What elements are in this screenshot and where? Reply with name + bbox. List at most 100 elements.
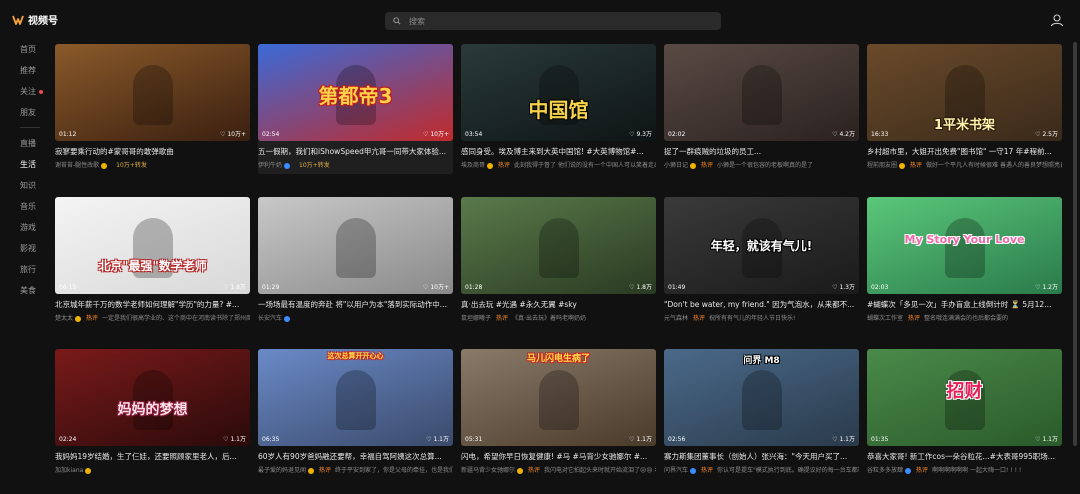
sidebar-item-friends[interactable]: 朋友 xyxy=(20,107,36,118)
video-title[interactable]: 北京城年薪千万的数学老师如何理解"学历"的力量? #... xyxy=(55,299,250,310)
video-thumbnail[interactable]: 妈妈的梦想 02:24 ♡ 1.1万 xyxy=(55,349,250,446)
author-name[interactable]: 伊利牛奶 xyxy=(258,162,282,169)
video-title[interactable]: 我妈妈19岁结婚，生了仨娃，还要照顾家里老人，后... xyxy=(55,451,250,462)
search-input[interactable] xyxy=(409,16,709,26)
video-thumbnail[interactable]: 01:28 ♡ 1.8万 xyxy=(461,197,656,294)
like-count: ♡ 1.3万 xyxy=(832,282,855,291)
video-card[interactable]: 中国馆 03:54 ♡ 9.3万感同身受。埃及博主来到大英中国馆! #大英博物馆#.… xyxy=(461,44,656,174)
video-thumbnail[interactable]: 北京"最强"数学老师 06:15 ♡ 1.8万 xyxy=(55,197,250,294)
video-card[interactable]: 北京"最强"数学老师 06:15 ♡ 1.8万北京城年薪千万的数学老师如何理解"学历… xyxy=(55,197,250,327)
user-icon[interactable] xyxy=(1050,13,1064,27)
search-bar[interactable] xyxy=(385,12,721,30)
author-name[interactable]: 程前朋友圈 xyxy=(867,162,897,169)
video-card[interactable]: My Story Your Love 02:03 ♡ 1.2万 #蝴蝶次「多见一次」手… xyxy=(867,197,1062,327)
video-title[interactable]: 赛力斯集团董事长（创始人）张兴海："今天用户买了... xyxy=(664,451,859,462)
video-title[interactable]: 捉了一群痕贼的垃圾的员工... xyxy=(664,146,859,157)
sidebar-item-music[interactable]: 音乐 xyxy=(20,201,36,212)
like-count-text: 1.8万 xyxy=(230,284,246,291)
video-meta: 伊利牛奶 10万+转发 xyxy=(258,160,453,169)
sidebar-item-following[interactable]: 关注 xyxy=(20,86,43,97)
sidebar-item-home[interactable]: 首页 xyxy=(20,44,36,55)
video-title[interactable]: 寂寥要乘行动的#蒙哥哥的敢弹歌曲 xyxy=(55,146,250,157)
thumbnail-caption: 妈妈的梦想 xyxy=(117,402,188,418)
like-count-text: 1.1万 xyxy=(230,436,246,443)
video-thumbnail[interactable]: 年轻，就该有气儿! 01:49 ♡ 1.3万 xyxy=(664,197,859,294)
video-thumbnail[interactable]: 1平米书架 16:33 ♡ 2.5万 xyxy=(867,44,1062,141)
video-title[interactable]: "Don't be water, my friend." 因为气泡水，从来都不.… xyxy=(664,299,859,310)
video-title[interactable]: 60岁人有90岁爸妈融还要帮，幸福自驾阿姨这次总算... xyxy=(258,451,453,462)
author-name[interactable]: 元气森林 xyxy=(664,315,688,322)
video-title[interactable]: #蝴蝶次「多见一次」手办盲盒上线倒计时 ⏳ 5月12... xyxy=(867,299,1062,310)
author-name[interactable]: 最子爱的妈退见闻 xyxy=(258,467,306,474)
video-card[interactable]: 妈妈的梦想 02:24 ♡ 1.1万我妈妈19岁结婚，生了仨娃，还要照顾家里老人，后… xyxy=(55,349,250,479)
scrollbar[interactable] xyxy=(1073,42,1077,446)
thumbnail-caption: 中国馆 xyxy=(528,98,589,122)
video-thumbnail[interactable]: 中国馆 03:54 ♡ 9.3万 xyxy=(461,44,656,141)
thumbnail-caption: 问界 M8 xyxy=(743,356,780,366)
hot-comment-label: 热评 xyxy=(916,467,929,474)
thumbnail-caption: 1平米书架 xyxy=(933,118,996,133)
thumbnail-caption: 招财 xyxy=(946,381,983,402)
video-extra: 10万+转发 xyxy=(112,162,147,169)
sidebar-item-travel[interactable]: 旅行 xyxy=(20,264,36,275)
sidebar-item-life[interactable]: 生活 xyxy=(20,159,36,170)
thumbnail-figure xyxy=(132,65,173,126)
like-count-text: 1.1万 xyxy=(1042,436,1058,443)
video-thumbnail[interactable]: 问界 M8 02:56 ♡ 1.1万 xyxy=(664,349,859,446)
author-name[interactable]: 问界汽车 xyxy=(664,467,688,474)
sidebar-item-food[interactable]: 美食 xyxy=(20,285,36,296)
video-title[interactable]: 恭喜大家哥! 新工作cos一朵谷粒花...#大表哥995职场... xyxy=(867,451,1062,462)
sidebar-item-recommend[interactable]: 推荐 xyxy=(20,65,36,76)
hot-comment-label: 热评 xyxy=(910,162,923,169)
sidebar-item-games[interactable]: 游戏 xyxy=(20,222,36,233)
video-card[interactable]: 1平米书架 16:33 ♡ 2.5万乡村超市里，大姐开出免费"图书馆" 一守17 年… xyxy=(867,44,1062,174)
video-card[interactable]: 马儿闪电生病了 05:31 ♡ 1.1万闪电，希望你早日恢复健康! #马 #马背少女… xyxy=(461,349,656,479)
author-name[interactable]: 谷粒多多放肆 xyxy=(867,467,903,474)
video-thumbnail[interactable]: 01:12 ♡ 10万+ xyxy=(55,44,250,141)
video-extra: 热评 啊啊啊啊啊啊 一起大嗨一口! ! ! ! xyxy=(916,467,1021,474)
video-card[interactable]: 01:12 ♡ 10万+ 寂寥要乘行动的#蒙哥哥的敢弹歌曲谢苔苔-腿性改歌 10万+转… xyxy=(55,44,250,174)
video-title[interactable]: 乡村超市里，大姐开出免费"图书馆" 一守17 年#程前... xyxy=(867,146,1062,157)
video-thumbnail[interactable]: 这次总算开开心心 06:35 ♡ 1.1万 xyxy=(258,349,453,446)
author-name[interactable]: 蝴蝶次工作室 xyxy=(867,315,903,322)
video-card[interactable]: 01:29 ♡ 10万+ 一场场最有温度的奔赴 将"以用户为本"落到实际动作中...… xyxy=(258,197,453,327)
author-name[interactable]: 鼠坦娜曦子 xyxy=(461,315,491,322)
hot-comment-label: 热评 xyxy=(701,162,714,169)
author-name[interactable]: 埃及商哥 xyxy=(461,162,485,169)
thumbnail-figure xyxy=(741,370,782,431)
author-name[interactable]: 楚太太 xyxy=(55,315,73,322)
video-title[interactable]: 感同身受。埃及博主来到大英中国馆! #大英博物馆#... xyxy=(461,146,656,157)
video-extra: 10万+转发 xyxy=(295,162,330,169)
video-thumbnail[interactable]: My Story Your Love 02:03 ♡ 1.2万 xyxy=(867,197,1062,294)
sidebar-item-film[interactable]: 影视 xyxy=(20,243,36,254)
video-card[interactable]: 这次总算开开心心 06:35 ♡ 1.1万 60岁人有90岁爸妈融还要帮，幸福自驾阿姨… xyxy=(258,349,453,479)
video-thumbnail[interactable]: 02:02 ♡ 4.2万 xyxy=(664,44,859,141)
video-thumbnail[interactable]: 招财 01:35 ♡ 1.1万 xyxy=(867,349,1062,446)
video-card[interactable]: 问界 M8 02:56 ♡ 1.1万赛力斯集团董事长（创始人）张兴海："今天用户买了… xyxy=(664,349,859,479)
author-name[interactable]: 加加kiana xyxy=(55,467,83,474)
notification-dot xyxy=(39,89,43,94)
video-card[interactable]: 第都帝3 02:54 ♡ 10万+ 五一假期，我们和iShowSpeed甲亢哥一同带大… xyxy=(258,44,453,174)
like-count-text: 1.8万 xyxy=(636,284,652,291)
video-title[interactable]: 闪电，希望你早日恢复健康! #马 #马背少女驰娜尔 #... xyxy=(461,451,656,462)
video-card[interactable]: 年轻，就该有气儿! 01:49 ♡ 1.3万 "Don't be water, my … xyxy=(664,197,859,327)
video-thumbnail[interactable]: 第都帝3 02:54 ♡ 10万+ xyxy=(258,44,453,141)
video-card[interactable]: 01:28 ♡ 1.8万 真·出去玩 #光遇 #永久无翼 #sky 鼠坦娜曦子 热评 《真… xyxy=(461,197,656,327)
video-title[interactable]: 真·出去玩 #光遇 #永久无翼 #sky xyxy=(461,299,656,310)
author-name[interactable]: 长安汽车 xyxy=(258,315,282,322)
video-title[interactable]: 五一假期，我们和iShowSpeed甲亢哥一同带大家体验... xyxy=(258,146,453,157)
app-title: 视频号 xyxy=(28,16,58,27)
author-name[interactable]: 小狮日记 xyxy=(664,162,688,169)
video-thumbnail[interactable]: 01:29 ♡ 10万+ xyxy=(258,197,453,294)
video-title[interactable]: 一场场最有温度的奔赴 将"以用户为本"落到实际动作中... xyxy=(258,299,453,310)
video-thumbnail[interactable]: 马儿闪电生病了 05:31 ♡ 1.1万 xyxy=(461,349,656,446)
hot-comment-label: 热评 xyxy=(528,467,541,474)
video-card[interactable]: 招财 01:35 ♡ 1.1万恭喜大家哥! 新工作cos一朵谷粒花...#大表哥99… xyxy=(867,349,1062,479)
like-count-text: 1.3万 xyxy=(839,284,855,291)
author-name[interactable]: 谢苔苔-腿性改歌 xyxy=(55,162,99,169)
sidebar-item-knowledge[interactable]: 知识 xyxy=(20,180,36,191)
video-card[interactable]: 02:02 ♡ 4.2万 捉了一群痕贼的垃圾的员工... 小狮日记 热评 小狮是一个很包容… xyxy=(664,44,859,174)
app-logo[interactable]: 视频号 xyxy=(12,12,58,27)
sidebar-item-live[interactable]: 直播 xyxy=(20,138,36,149)
author-name[interactable]: 新疆马背少女驰娜尔 xyxy=(461,467,515,474)
